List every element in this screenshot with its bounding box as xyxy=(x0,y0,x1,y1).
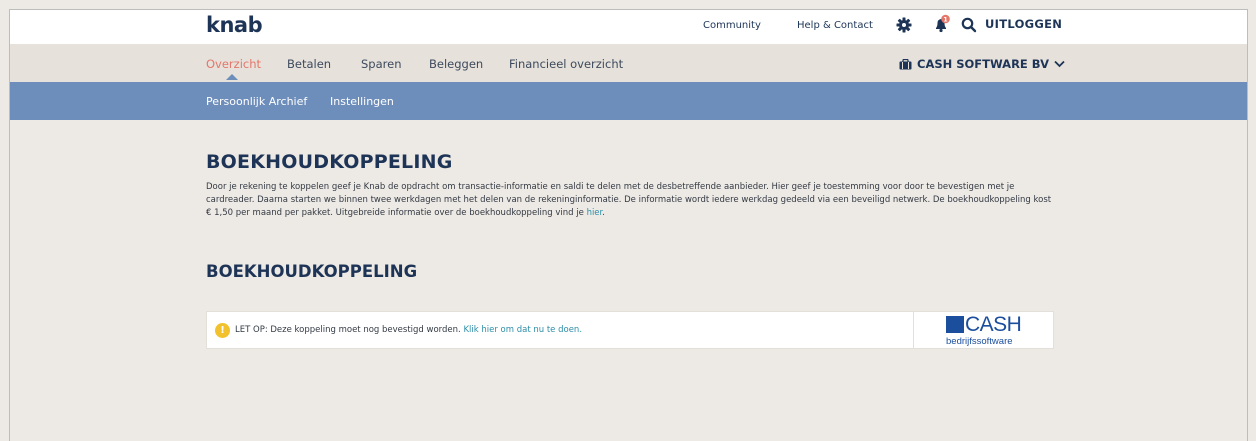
knab-logo[interactable]: knab xyxy=(206,13,263,37)
intro-text: Door je rekening te koppelen geef je Kna… xyxy=(206,182,1052,218)
subnav-item-persoonlijk-archief[interactable]: Persoonlijk Archief xyxy=(206,95,307,108)
page-title: BOEKHOUDKOPPELING xyxy=(206,151,453,173)
account-name: CASH SOFTWARE BV xyxy=(917,57,1049,71)
cash-logo-square xyxy=(946,316,964,333)
nav-item-sparen[interactable]: Sparen xyxy=(361,57,402,71)
section-title: BOEKHOUDKOPPELING xyxy=(206,262,418,281)
logout-button[interactable]: UITLOGGEN xyxy=(985,17,1062,31)
sub-navigation: Persoonlijk Archief Instellingen xyxy=(10,82,1247,120)
nav-item-betalen[interactable]: Betalen xyxy=(287,57,331,71)
help-contact-link[interactable]: Help & Contact xyxy=(797,20,873,31)
search-icon[interactable] xyxy=(960,16,978,34)
cash-logo-subtitle: bedrijfssoftware xyxy=(946,336,1013,347)
cash-logo-word: CASH xyxy=(965,313,1022,336)
active-nav-pointer xyxy=(226,74,238,80)
intro-paragraph: Door je rekening te koppelen geef je Kna… xyxy=(206,181,1056,220)
intro-end: . xyxy=(602,208,605,218)
confirm-connection-link[interactable]: Klik hier om dat nu te doen. xyxy=(463,325,582,335)
notification-bell-icon[interactable]: 1 xyxy=(932,14,952,34)
cash-provider-logo: CASH bedrijfssoftware xyxy=(914,312,1054,348)
info-link[interactable]: hier xyxy=(587,208,603,218)
community-link[interactable]: Community xyxy=(703,20,761,31)
notification-count: 1 xyxy=(943,15,948,23)
nav-item-overzicht[interactable]: Overzicht xyxy=(206,57,261,71)
warning-message: LET OP: Deze koppeling moet nog bevestig… xyxy=(235,325,582,335)
top-bar: knab Community Help & Contact 1 UITLOGGE… xyxy=(10,10,1247,44)
nav-item-financieel-overzicht[interactable]: Financieel overzicht xyxy=(509,57,623,71)
subnav-item-instellingen[interactable]: Instellingen xyxy=(330,95,394,108)
connection-card: ! LET OP: Deze koppeling moet nog bevest… xyxy=(206,311,1054,349)
warning-text: LET OP: Deze koppeling moet nog bevestig… xyxy=(235,325,461,335)
chevron-down-icon xyxy=(1054,60,1065,68)
briefcase-icon xyxy=(899,58,912,69)
main-navigation: Overzicht Betalen Sparen Beleggen Financ… xyxy=(10,44,1247,82)
nav-item-beleggen[interactable]: Beleggen xyxy=(429,57,483,71)
settings-gear-icon[interactable] xyxy=(895,16,913,34)
warning-icon: ! xyxy=(215,323,230,338)
account-switcher[interactable]: CASH SOFTWARE BV xyxy=(899,57,1065,71)
browser-frame: knab Community Help & Contact 1 UITLOGGE… xyxy=(9,9,1248,441)
